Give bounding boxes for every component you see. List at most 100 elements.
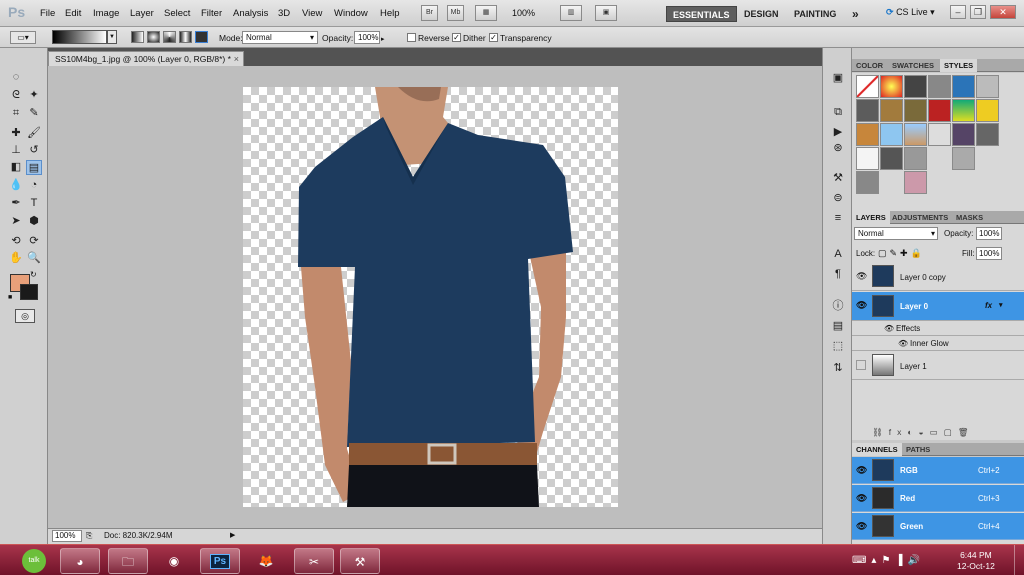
visibility-eye-icon[interactable]: 👁	[856, 300, 867, 311]
layer-opacity-input[interactable]: 100%	[976, 227, 1002, 240]
visibility-eye-icon[interactable]: 👁	[898, 339, 908, 348]
eraser-tool-icon[interactable]: ◧	[8, 160, 24, 175]
style-swatch[interactable]	[856, 123, 879, 146]
zoom-tool-icon[interactable]: 🔍	[26, 251, 42, 266]
tab-layers[interactable]: LAYERS	[852, 211, 890, 224]
system-tray-icons[interactable]: ⌨▴⚑▐🔊	[852, 555, 925, 566]
style-swatch[interactable]	[856, 171, 879, 194]
layer-footer-icons[interactable]: ⛓fx◐◒▭▢🗑	[872, 427, 975, 438]
shape-tool-icon[interactable]: ⬢	[26, 214, 42, 229]
tool-presets-panel-icon[interactable]: ⚒	[830, 170, 846, 186]
layer-row[interactable]: 👁 Layer 0 copy	[852, 263, 1024, 291]
magic-wand-tool-icon[interactable]: ✦	[26, 88, 42, 103]
tab-adjustments[interactable]: ADJUSTMENTS	[888, 211, 952, 224]
hand-tool-icon[interactable]: ✋	[8, 251, 24, 266]
mode-select[interactable]: Normal ▾	[242, 31, 318, 44]
3d-orbit-tool-icon[interactable]: ⟳	[26, 234, 42, 249]
minimize-button[interactable]: –	[950, 5, 966, 19]
google-talk-icon[interactable]: talk	[22, 549, 46, 573]
style-swatch[interactable]	[904, 147, 927, 170]
cs-live-button[interactable]: ⟳ CS Live ▾	[886, 7, 935, 18]
status-menu-arrow-icon[interactable]: ▶	[230, 529, 235, 543]
tool-app-icon[interactable]: ⚒	[340, 548, 380, 574]
style-swatch[interactable]	[880, 147, 903, 170]
visibility-eye-icon[interactable]: 👁	[884, 324, 894, 333]
style-swatch[interactable]	[976, 123, 999, 146]
visibility-eye-icon[interactable]: 👁	[856, 521, 867, 532]
crop-tool-icon[interactable]: ⌗	[8, 106, 24, 121]
tab-paths[interactable]: PATHS	[902, 443, 934, 456]
inner-glow-row[interactable]: 👁 Inner Glow	[852, 337, 1024, 351]
visibility-eye-icon[interactable]: 👁	[856, 271, 867, 282]
mini-bridge-button[interactable]: Mb	[447, 5, 464, 21]
document-canvas[interactable]	[243, 87, 618, 507]
effects-row[interactable]: 👁 Effects	[852, 322, 1024, 336]
zoom-level[interactable]: 100%	[512, 8, 535, 18]
style-swatch[interactable]	[880, 123, 903, 146]
menu-file[interactable]: File	[40, 8, 55, 19]
visibility-eye-icon[interactable]: 👁	[856, 493, 867, 504]
quick-mask-icon[interactable]: ◎	[15, 309, 35, 323]
diamond-gradient-button[interactable]	[195, 31, 208, 43]
brush-tool-icon[interactable]: 🖌	[26, 126, 42, 141]
radial-gradient-button[interactable]	[147, 31, 160, 43]
style-swatch[interactable]	[880, 75, 903, 98]
snipping-tool-icon[interactable]: ✂	[294, 548, 334, 574]
visibility-eye-icon[interactable]: 👁	[856, 465, 867, 476]
actions-panel-icon[interactable]: ▶	[830, 124, 846, 140]
menu-image[interactable]: Image	[93, 8, 119, 19]
info-panel-icon[interactable]: ⓘ	[830, 298, 846, 314]
menu-layer[interactable]: Layer	[130, 8, 154, 19]
expand-effects-icon[interactable]: ▾	[999, 301, 1003, 309]
style-swatch[interactable]	[880, 99, 903, 122]
3d-rotate-tool-icon[interactable]: ⟲	[8, 234, 24, 249]
style-swatch[interactable]	[976, 75, 999, 98]
history-panel-icon[interactable]: ⧉	[830, 104, 846, 120]
status-icon[interactable]: ⎘	[86, 529, 92, 543]
brush-presets-panel-icon[interactable]: ⊛	[830, 140, 846, 156]
clone-stamp-tool-icon[interactable]: ⊥	[8, 143, 24, 158]
style-swatch[interactable]	[904, 171, 927, 194]
menu-select[interactable]: Select	[164, 8, 190, 19]
show-desktop-button[interactable]	[1014, 545, 1024, 575]
style-swatch[interactable]	[904, 123, 927, 146]
style-swatch[interactable]	[952, 147, 975, 170]
status-zoom-input[interactable]: 100%	[52, 530, 82, 542]
visibility-off-box[interactable]	[856, 360, 866, 370]
path-selection-tool-icon[interactable]: ➤	[8, 214, 24, 229]
workspace-painting[interactable]: PAINTING	[788, 6, 842, 22]
style-swatch[interactable]	[976, 99, 999, 122]
style-swatch[interactable]	[856, 147, 879, 170]
linear-gradient-button[interactable]	[131, 31, 144, 43]
gradient-dropdown-icon[interactable]: ▼	[107, 30, 117, 44]
eyedropper-tool-icon[interactable]: ✎	[26, 106, 42, 121]
tool-preset-picker[interactable]: ▭▾	[10, 31, 36, 44]
paragraph-panel-icon[interactable]: ¶	[830, 266, 846, 282]
style-swatch[interactable]	[952, 123, 975, 146]
lock-icons[interactable]: ▢✎✚🔒	[878, 248, 925, 259]
view-extras-button[interactable]: ▦	[475, 5, 497, 21]
tab-masks[interactable]: MASKS	[952, 211, 987, 224]
menu-analysis[interactable]: Analysis	[233, 8, 268, 19]
tab-channels[interactable]: CHANNELS	[852, 443, 902, 456]
style-swatch[interactable]	[904, 75, 927, 98]
3d-panel-icon[interactable]: ⇅	[830, 360, 846, 376]
default-colors-icon[interactable]: ■	[8, 294, 12, 301]
menu-window[interactable]: Window	[334, 8, 368, 19]
healing-brush-tool-icon[interactable]: ✚	[8, 126, 24, 141]
document-tab[interactable]: SS10M4bg_1.jpg @ 100% (Layer 0, RGB/8*) …	[48, 51, 244, 66]
lasso-tool-icon[interactable]: ᘓ	[8, 88, 24, 103]
swap-colors-icon[interactable]: ↻	[30, 270, 37, 279]
photoshop-taskbar-icon[interactable]: Ps	[200, 548, 240, 574]
bridge-button[interactable]: Br	[421, 5, 438, 21]
tab-styles[interactable]: STYLES	[940, 59, 978, 72]
dither-checkbox[interactable]: ✓	[452, 33, 461, 42]
channel-row[interactable]: 👁 Red Ctrl+3	[852, 485, 1024, 512]
workspace-essentials[interactable]: ESSENTIALS	[666, 6, 737, 22]
gradient-preview[interactable]	[52, 30, 107, 44]
system-clock[interactable]: 6:44 PM 12-Oct-12	[957, 550, 995, 572]
marquee-tool-icon[interactable]: ◌	[8, 70, 24, 85]
opacity-input[interactable]: 100%	[354, 31, 380, 44]
menu-filter[interactable]: Filter	[201, 8, 222, 19]
style-none[interactable]	[856, 75, 879, 98]
